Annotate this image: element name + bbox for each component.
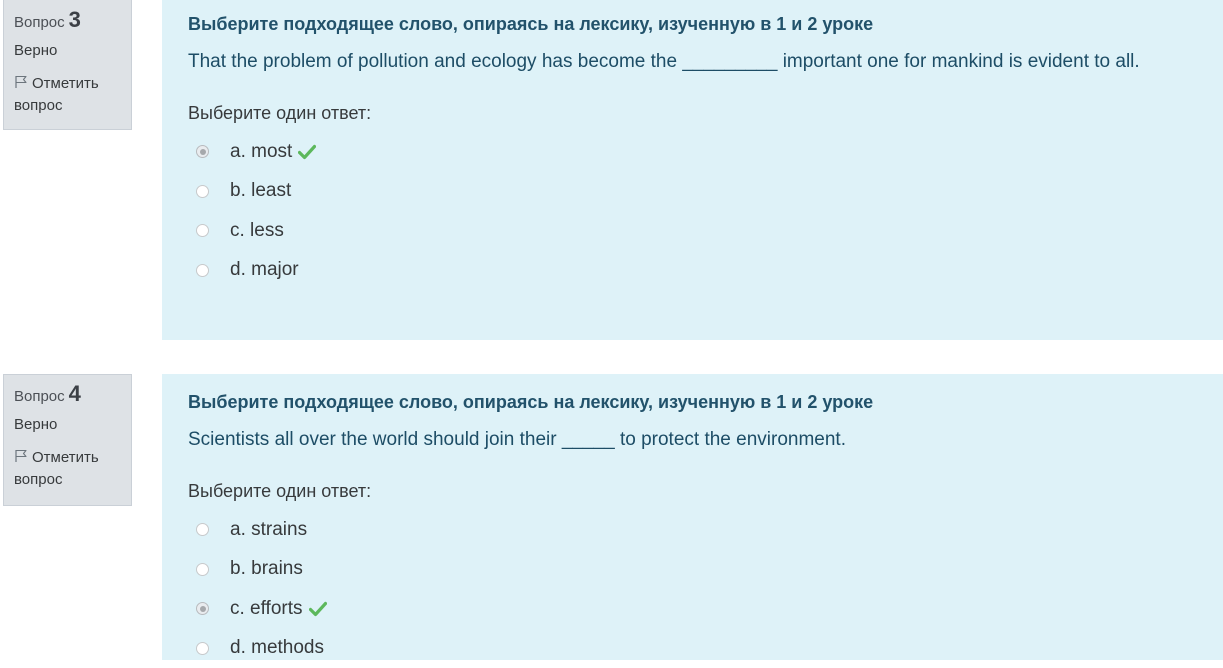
question-instruction: Выберите подходящее слово, опираясь на л… — [188, 12, 1223, 36]
question-info-panel: Вопрос 4 Верно Отметить вопрос — [3, 374, 132, 506]
flag-icon — [14, 75, 28, 89]
question-number: Вопрос 3 — [14, 8, 121, 35]
answer-radio-c[interactable] — [196, 224, 209, 237]
answer-label-c: c. efforts — [230, 598, 303, 620]
answer-label-b: b. brains — [230, 558, 303, 580]
answer-radio-d[interactable] — [196, 642, 209, 655]
question-text: Scientists all over the world should joi… — [188, 426, 1223, 454]
answer-radio-b[interactable] — [196, 185, 209, 198]
answer-radio-a[interactable] — [196, 523, 209, 536]
answer-option-d[interactable]: d. methods — [188, 629, 1223, 668]
answer-option-b[interactable]: b. brains — [188, 550, 1223, 590]
answer-radio-a[interactable] — [196, 145, 209, 158]
question-number-value: 3 — [69, 8, 81, 32]
answer-option-a[interactable]: a. most — [188, 132, 1223, 172]
flag-question-button[interactable]: Отметить вопрос — [14, 73, 121, 117]
answer-radio-c[interactable] — [196, 602, 209, 615]
answer-list: a. strains b. brains c. efforts d. metho… — [188, 510, 1223, 668]
question-instruction: Выберите подходящее слово, опираясь на л… — [188, 390, 1223, 414]
answer-label-d: d. major — [230, 259, 299, 281]
answer-radio-d[interactable] — [196, 264, 209, 277]
question-number: Вопрос 4 — [14, 382, 121, 409]
answer-label-d: d. methods — [230, 637, 324, 659]
flag-question-button[interactable]: Отметить вопрос — [14, 447, 121, 491]
question-label: Вопрос — [14, 385, 65, 409]
question-content: Выберите подходящее слово, опираясь на л… — [162, 374, 1223, 660]
question-label: Вопрос — [14, 11, 65, 35]
answer-prompt: Выберите один ответ: — [188, 480, 1223, 502]
answer-label-a: a. strains — [230, 519, 307, 541]
answer-list: a. most b. least c. less d. major — [188, 132, 1223, 290]
answer-prompt: Выберите один ответ: — [188, 102, 1223, 124]
question-content: Выберите подходящее слово, опираясь на л… — [162, 0, 1223, 340]
answer-option-d[interactable]: d. major — [188, 251, 1223, 291]
answer-label-a: a. most — [230, 141, 292, 163]
question-4: Вопрос 4 Верно Отметить вопрос Выберите … — [0, 374, 1223, 660]
check-icon — [309, 601, 327, 617]
question-3: Вопрос 3 Верно Отметить вопрос Выберите … — [0, 0, 1223, 340]
answer-option-b[interactable]: b. least — [188, 172, 1223, 212]
check-icon — [298, 144, 316, 160]
answer-label-b: b. least — [230, 180, 291, 202]
question-text: That the problem of pollution and ecolog… — [188, 48, 1223, 76]
flag-icon — [14, 449, 28, 463]
question-info-panel: Вопрос 3 Верно Отметить вопрос — [3, 0, 132, 130]
question-number-value: 4 — [69, 382, 81, 406]
question-state: Верно — [14, 415, 121, 435]
answer-option-c[interactable]: c. efforts — [188, 589, 1223, 629]
answer-option-c[interactable]: c. less — [188, 211, 1223, 251]
answer-label-c: c. less — [230, 220, 284, 242]
question-state: Верно — [14, 41, 121, 61]
answer-radio-b[interactable] — [196, 563, 209, 576]
answer-option-a[interactable]: a. strains — [188, 510, 1223, 550]
